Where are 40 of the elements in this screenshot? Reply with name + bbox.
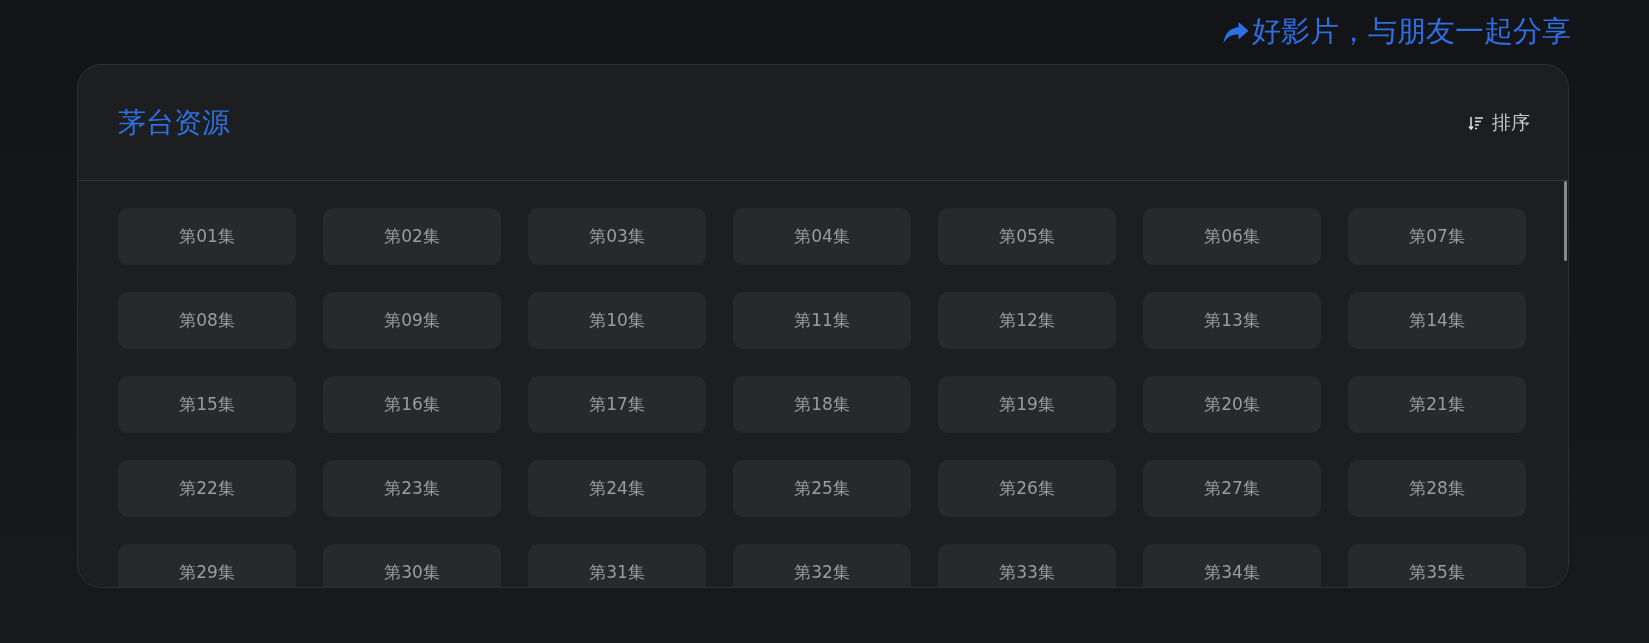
episode-button[interactable]: 第11集	[733, 292, 911, 349]
episode-button[interactable]: 第32集	[733, 544, 911, 587]
episode-button[interactable]: 第04集	[733, 208, 911, 265]
sort-button[interactable]: 排序	[1468, 109, 1530, 136]
episode-button[interactable]: 第24集	[528, 460, 706, 517]
share-link[interactable]: 好影片，与朋友一起分享	[1221, 12, 1571, 52]
episode-button[interactable]: 第30集	[323, 544, 501, 587]
episode-button[interactable]: 第31集	[528, 544, 706, 587]
episode-button[interactable]: 第19集	[938, 376, 1116, 433]
episode-button[interactable]: 第13集	[1143, 292, 1321, 349]
episode-button[interactable]: 第10集	[528, 292, 706, 349]
sort-icon	[1468, 114, 1484, 131]
episode-button[interactable]: 第17集	[528, 376, 706, 433]
episode-button[interactable]: 第02集	[323, 208, 501, 265]
episode-button[interactable]: 第03集	[528, 208, 706, 265]
episode-button[interactable]: 第08集	[118, 292, 296, 349]
episode-button[interactable]: 第27集	[1143, 460, 1321, 517]
episode-button[interactable]: 第07集	[1348, 208, 1526, 265]
episode-button[interactable]: 第35集	[1348, 544, 1526, 587]
episode-button[interactable]: 第25集	[733, 460, 911, 517]
episode-button[interactable]: 第22集	[118, 460, 296, 517]
episode-button[interactable]: 第12集	[938, 292, 1116, 349]
episode-button[interactable]: 第01集	[118, 208, 296, 265]
episode-button[interactable]: 第06集	[1143, 208, 1321, 265]
episode-button[interactable]: 第23集	[323, 460, 501, 517]
scrollbar-thumb[interactable]	[1564, 181, 1567, 261]
episode-button[interactable]: 第28集	[1348, 460, 1526, 517]
episode-button[interactable]: 第34集	[1143, 544, 1321, 587]
episode-button[interactable]: 第29集	[118, 544, 296, 587]
episode-button[interactable]: 第33集	[938, 544, 1116, 587]
episode-button[interactable]: 第21集	[1348, 376, 1526, 433]
episode-button[interactable]: 第15集	[118, 376, 296, 433]
episode-button[interactable]: 第16集	[323, 376, 501, 433]
episode-button[interactable]: 第26集	[938, 460, 1116, 517]
episode-button[interactable]: 第05集	[938, 208, 1116, 265]
episode-button[interactable]: 第20集	[1143, 376, 1321, 433]
episode-button[interactable]: 第18集	[733, 376, 911, 433]
episode-button[interactable]: 第09集	[323, 292, 501, 349]
panel-title: 茅台资源	[118, 104, 230, 141]
episode-button[interactable]: 第14集	[1348, 292, 1526, 349]
